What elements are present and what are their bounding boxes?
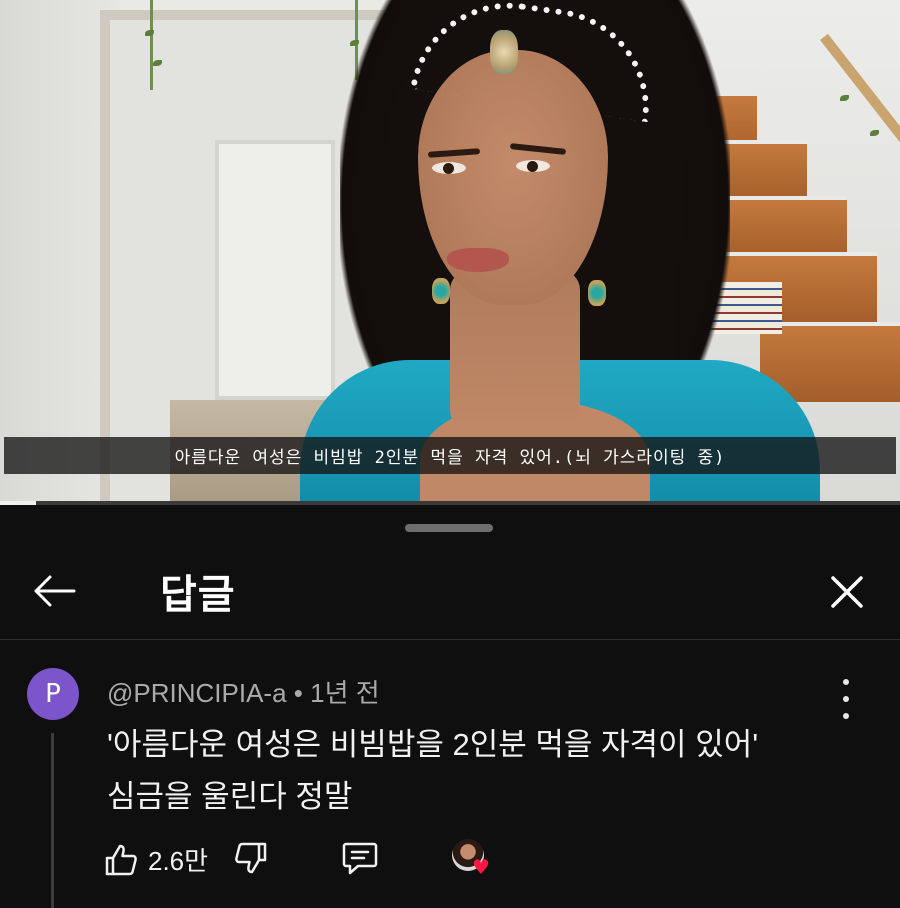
avatar[interactable]: P	[27, 668, 79, 720]
more-options-button[interactable]	[832, 679, 860, 719]
comment-text: '아름다운 여성은 비빔밥을 2인분 먹을 자격이 있어' 심금을 울린다 정말	[107, 719, 867, 823]
vine-decoration	[150, 0, 153, 90]
replies-panel: 답글 P @PRINCIPIA-a • 1년 전 '아름다운 여성은 비빔밥을 …	[0, 505, 900, 908]
like-button[interactable]: 2.6만	[104, 841, 208, 878]
comment-text-line: 심금을 울린다 정말	[107, 779, 353, 814]
back-button[interactable]	[28, 565, 80, 617]
eye	[516, 160, 550, 172]
arrow-left-icon	[34, 575, 76, 607]
panel-header: 답글	[0, 545, 900, 640]
thread-line	[51, 733, 54, 908]
headpiece-pendant	[490, 30, 518, 74]
earring	[432, 278, 450, 304]
more-vert-dot	[843, 696, 849, 702]
video-player[interactable]: 아름다운 여성은 비빔밥 2인분 먹을 자격 있어.(뇌 가스라이팅 중)	[0, 0, 900, 505]
close-button[interactable]	[820, 565, 874, 619]
reply-button[interactable]	[342, 841, 378, 875]
heart-icon: ♥	[472, 855, 490, 879]
comment-time: 1년 전	[310, 678, 380, 708]
eye	[432, 162, 466, 174]
thumbs-down-icon	[235, 842, 267, 874]
earring	[588, 280, 606, 306]
lips	[447, 248, 509, 272]
thumbs-up-icon	[105, 844, 137, 875]
avatar-letter: P	[45, 679, 61, 709]
comment-meta: @PRINCIPIA-a • 1년 전	[107, 673, 380, 710]
comment-actions: 2.6만 ♥	[104, 837, 524, 881]
drag-handle[interactable]	[405, 524, 493, 532]
meta-separator: •	[286, 678, 311, 708]
comment-text-line: '아름다운 여성은 비빔밥을 2인분 먹을 자격이 있어'	[107, 727, 759, 762]
video-subtitle: 아름다운 여성은 비빔밥 2인분 먹을 자격 있어.(뇌 가스라이팅 중)	[4, 437, 896, 474]
comment-icon	[342, 842, 378, 875]
comment-item: P @PRINCIPIA-a • 1년 전 '아름다운 여성은 비빔밥을 2인분…	[0, 641, 900, 908]
comment-author[interactable]: @PRINCIPIA-a	[107, 678, 287, 708]
more-vert-icon	[843, 679, 849, 685]
close-icon	[831, 576, 863, 608]
background-door	[215, 140, 335, 400]
like-count: 2.6만	[148, 846, 209, 876]
creator-heart-badge: ♥	[450, 837, 494, 881]
dislike-button[interactable]	[234, 841, 268, 875]
panel-title: 답글	[160, 572, 236, 618]
